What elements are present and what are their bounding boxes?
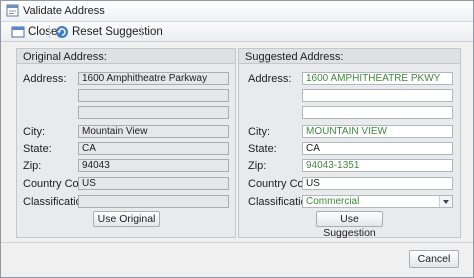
original-city-field: Mountain View — [78, 125, 229, 138]
suggested-address-group: Suggested Address: Address: 1600 AMPHITH… — [238, 48, 461, 239]
suggested-country-field[interactable]: US — [302, 177, 453, 190]
classification-value: Commercial — [306, 196, 360, 207]
footer-divider — [1, 242, 473, 243]
original-classification-field — [78, 195, 229, 208]
address-label: Address: — [248, 73, 292, 85]
state-label: State: — [23, 143, 52, 155]
form-icon — [6, 4, 19, 17]
close-button-label: Close — [28, 25, 58, 38]
toolbar: Close Reset Suggestion — [1, 22, 473, 42]
original-address-line2 — [78, 89, 229, 102]
close-window-icon — [11, 26, 25, 37]
suggested-address-line1[interactable]: 1600 AMPHITHEATRE PKWY — [302, 72, 453, 85]
original-state-field: CA — [78, 142, 229, 155]
suggested-state-field[interactable]: CA — [302, 142, 453, 155]
original-address-group: Original Address: Address: 1600 Amphithe… — [16, 48, 236, 238]
group-header: Suggested Address: — [239, 49, 460, 64]
toolbar-separator — [141, 25, 142, 38]
close-button[interactable]: Close — [11, 23, 57, 40]
reset-suggestion-button[interactable]: Reset Suggestion — [55, 23, 163, 40]
original-address-line1: 1600 Amphitheatre Parkway — [78, 72, 229, 85]
suggested-classification-select[interactable]: Commercial — [302, 195, 453, 208]
suggested-group-title: Suggested Address: — [245, 51, 344, 63]
address-label: Address: — [23, 73, 67, 85]
original-country-field: US — [78, 177, 229, 190]
original-address-line3 — [78, 106, 229, 119]
suggested-address-line3[interactable] — [302, 106, 453, 119]
city-label: City: — [23, 126, 45, 138]
reset-suggestion-label: Reset Suggestion — [72, 25, 163, 38]
original-zip-field: 94043 — [78, 159, 229, 172]
group-header: Original Address: — [17, 49, 235, 64]
suggested-city-field[interactable]: MOUNTAIN VIEW — [302, 125, 453, 138]
cancel-button[interactable]: Cancel — [409, 250, 459, 268]
use-original-button[interactable]: Use Original — [93, 211, 160, 227]
state-label: State: — [248, 143, 277, 155]
zip-label: Zip: — [23, 160, 42, 172]
zip-label: Zip: — [248, 160, 267, 172]
validate-address-window: Validate Address Close Reset Suggestion … — [0, 0, 474, 278]
window-title: Validate Address — [23, 5, 105, 17]
title-bar: Validate Address — [1, 1, 473, 22]
chevron-down-icon[interactable] — [439, 196, 452, 207]
original-group-title: Original Address: — [23, 51, 107, 63]
toolbar-separator — [49, 25, 50, 38]
suggested-zip-field[interactable]: 94043-1351 — [302, 159, 453, 172]
suggested-address-line2[interactable] — [302, 89, 453, 102]
use-suggestion-button[interactable]: Use Suggestion — [316, 211, 383, 239]
city-label: City: — [248, 126, 270, 138]
refresh-icon — [56, 25, 68, 38]
